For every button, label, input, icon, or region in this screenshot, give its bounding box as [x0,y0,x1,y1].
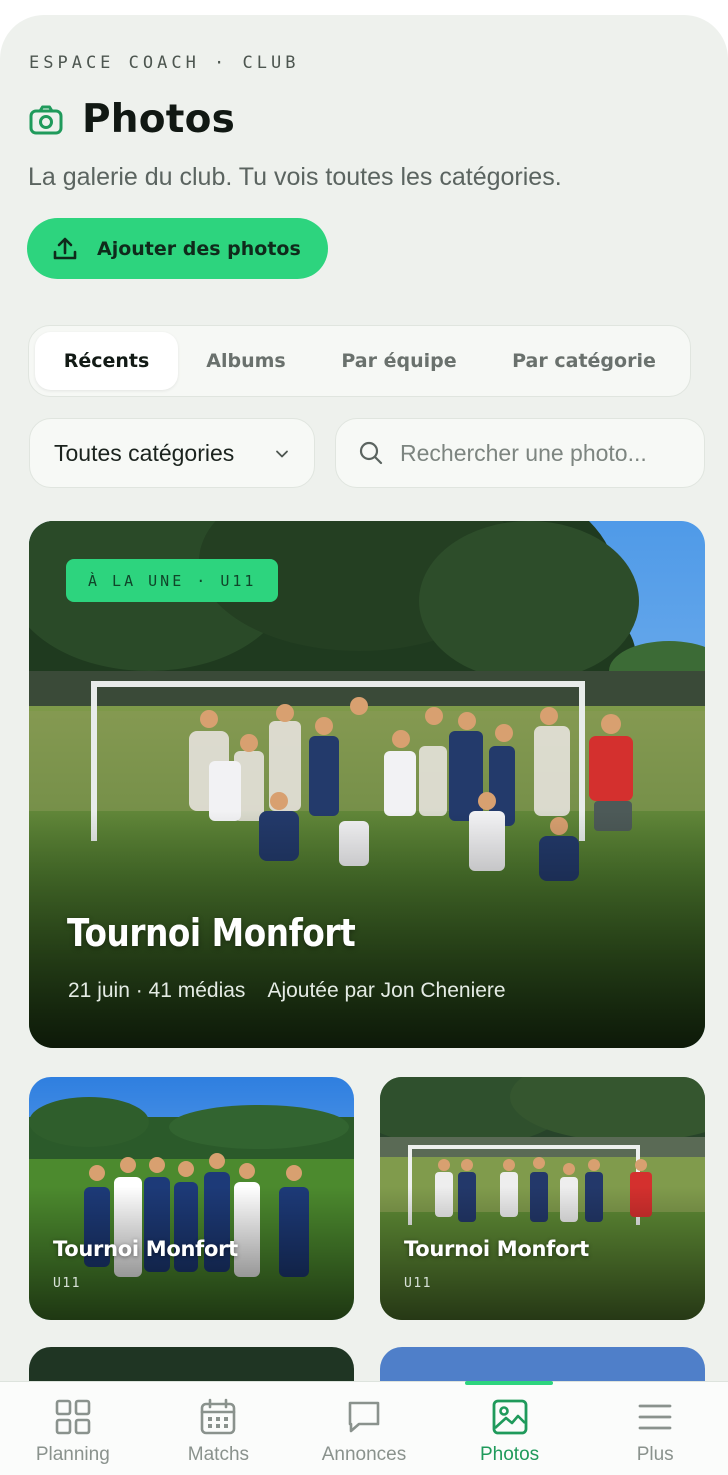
tab-albums[interactable]: Albums [178,332,314,390]
search-icon [359,441,383,465]
photo-category: U11 [404,1276,432,1291]
featured-date-count: 21 juin · 41 médias [68,979,246,1002]
nav-label: Annonces [321,1444,407,1465]
page-title: Photos [82,97,235,142]
photo-title: Tournoi Monfort [404,1237,589,1261]
nav-label: Photos [480,1444,540,1465]
grid-icon [55,1399,91,1435]
add-photos-label: Ajouter des photos [97,237,301,260]
eyebrow-label: ESPACE COACH · CLUB [29,53,300,73]
search-input[interactable] [400,439,690,467]
featured-title: Tournoi Monfort [67,911,356,955]
featured-badge: À LA UNE · U11 [66,559,279,602]
calendar-icon [201,1398,236,1435]
nav-planning[interactable]: Planning [0,1382,146,1475]
search-box [335,418,705,488]
photo-category: U11 [53,1276,81,1291]
add-photos-button[interactable]: Ajouter des photos [27,218,328,279]
nav-plus[interactable]: Plus [582,1382,728,1475]
tab-recents[interactable]: Récents [35,332,178,390]
photo-card[interactable]: Tournoi Monfort U11 [380,1077,705,1320]
nav-photos[interactable]: Photos [437,1381,583,1475]
featured-added-by: Ajoutée par Jon Cheniere [267,979,506,1002]
category-select[interactable]: Toutes catégories [29,418,315,488]
chat-icon [348,1401,380,1433]
view-tabs: Récents Albums Par équipe Par catégorie [28,325,691,397]
title-row: Photos [28,97,235,142]
chevron-down-icon [276,450,288,458]
bottom-nav: Planning Matchs Annonces Photos Plus [0,1381,728,1475]
nav-label: Planning [35,1444,110,1465]
image-icon [492,1399,527,1435]
upload-icon [53,237,77,259]
nav-annonces[interactable]: Annonces [291,1382,437,1475]
page-subtitle: La galerie du club. Tu vois toutes les c… [28,163,562,191]
nav-matchs[interactable]: Matchs [146,1382,292,1475]
featured-meta: 21 juin · 41 médias Ajoutée par Jon Chen… [68,979,506,1003]
photo-card[interactable]: Tournoi Monfort U11 [29,1077,354,1320]
camera-icon [29,105,63,134]
photo-title: Tournoi Monfort [53,1237,238,1261]
category-select-value: Toutes catégories [54,439,235,466]
tab-par-categorie[interactable]: Par catégorie [484,332,684,390]
tab-par-equipe[interactable]: Par équipe [314,332,484,390]
active-indicator [464,1381,553,1385]
featured-photo-card[interactable]: À LA UNE · U11 Tournoi Monfort 21 juin ·… [29,521,705,1048]
nav-label: Matchs [187,1444,250,1465]
nav-label: Plus [636,1444,674,1465]
menu-icon [638,1404,672,1430]
app-screen: ESPACE COACH · CLUB Photos La galerie du… [0,15,728,1475]
